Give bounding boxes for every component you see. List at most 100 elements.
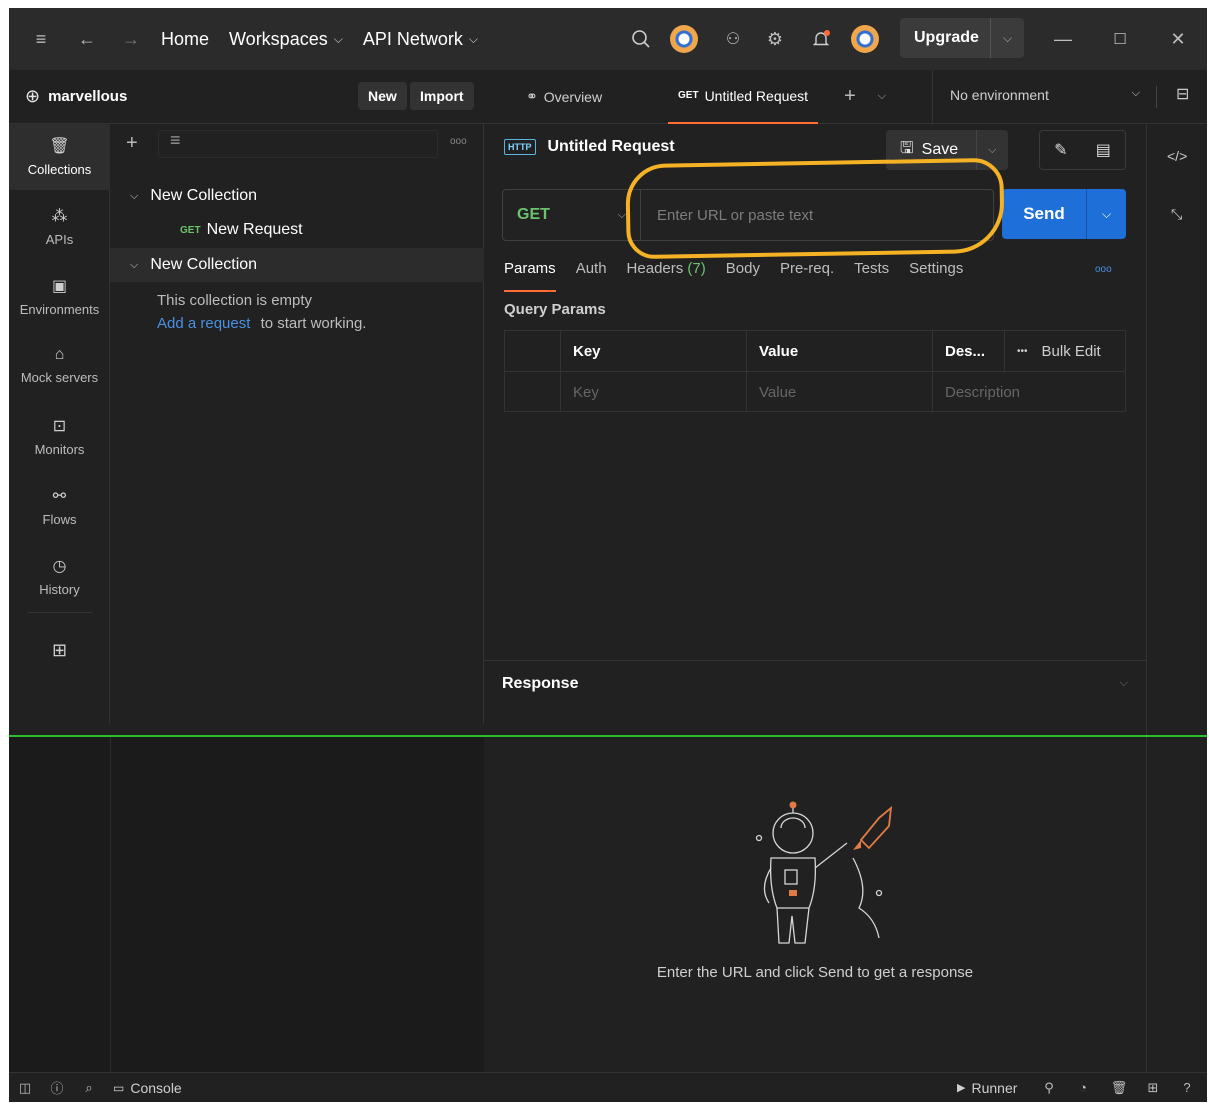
tab-overview[interactable]: ⚭ Overview <box>526 70 666 124</box>
tree-item-request[interactable]: GET New Request <box>110 214 484 246</box>
nav-api-network[interactable]: API Network ⌵ <box>363 29 478 50</box>
related-icon[interactable]: ⤡ <box>1171 206 1182 223</box>
bell-icon[interactable] <box>809 27 833 51</box>
trash-can-icon: 🗑︎ <box>49 138 70 155</box>
tab-params[interactable]: Params <box>504 260 556 292</box>
chevron-down-icon[interactable]: ⌵ <box>991 31 1024 46</box>
user-avatar-icon[interactable] <box>851 25 879 53</box>
new-button[interactable]: New <box>358 82 407 110</box>
nav-workspaces[interactable]: Workspaces ⌵ <box>229 29 343 50</box>
sidebar-item-collections[interactable]: 🗑︎ Collections <box>9 124 110 190</box>
title-bar: ≡ ← → Home Workspaces ⌵ API Network ⌵ ⚇ ⚙ … <box>9 8 1207 70</box>
play-icon: ▶ <box>957 1082 966 1094</box>
chevron-down-icon[interactable]: ⌵ <box>878 90 886 103</box>
search-collections-input[interactable] <box>158 130 438 158</box>
divider <box>932 70 933 124</box>
table-header-row: Key Value Des... ••• Bulk Edit <box>505 331 1125 371</box>
sidebar-item-label: Mock servers <box>20 370 99 385</box>
chevron-down-icon[interactable]: ⌵ <box>1087 207 1126 222</box>
pencil-icon[interactable]: ✎ <box>1054 140 1067 160</box>
chevron-down-icon[interactable]: ⌵ <box>977 144 1008 157</box>
runner-button[interactable]: ▶ Runner <box>957 1080 1017 1096</box>
sidebar-item-label: Environments <box>19 302 100 317</box>
response-header[interactable]: Response ⌵ <box>484 660 1146 706</box>
method-select[interactable]: GET ⌵ <box>503 190 641 240</box>
add-collection-icon[interactable]: + <box>126 132 138 155</box>
sidebar-item-label: History <box>39 582 80 597</box>
gear-icon[interactable]: ⚙ <box>763 27 787 51</box>
tab-auth[interactable]: Auth <box>576 260 607 292</box>
send-button[interactable]: Send ⌵ <box>1002 189 1126 239</box>
sidebar-item-flows[interactable]: ⚯ Flows <box>9 486 110 527</box>
invite-user-icon[interactable]: ⚇ <box>721 27 745 51</box>
tab-body[interactable]: Body <box>726 260 760 292</box>
cookies-icon[interactable]: ◔ <box>1071 1080 1095 1095</box>
code-icon[interactable]: </> <box>1167 148 1187 164</box>
runner-label: Runner <box>971 1079 1018 1096</box>
chevron-down-icon[interactable]: ⌵ <box>1120 677 1128 690</box>
astronaut-illustration <box>755 801 893 944</box>
console-icon: ▭ <box>113 1080 125 1095</box>
add-request-link[interactable]: Add a request <box>157 315 250 332</box>
layout-icon[interactable]: ⊞ <box>1141 1080 1165 1096</box>
checkbox-cell[interactable] <box>505 372 561 412</box>
checkbox-column <box>505 331 561 371</box>
environment-quick-look-icon[interactable]: ⊟ <box>1176 84 1189 104</box>
bulk-edit-button[interactable]: Bulk Edit <box>1042 343 1101 360</box>
tab-untitled-request[interactable]: GET Untitled Request <box>668 70 819 124</box>
tree-item-collection[interactable]: ⌵ New Collection <box>110 248 484 282</box>
sidebar-item-apis[interactable]: ⁂ APIs <box>9 206 110 247</box>
sidebar-item-configure[interactable]: ⊞ <box>9 640 110 667</box>
upgrade-button[interactable]: Upgrade ⌵ <box>900 18 1024 58</box>
sidebar-item-label: Monitors <box>34 442 85 457</box>
request-title-text[interactable]: Untitled Request <box>548 138 675 156</box>
nav-home[interactable]: Home <box>161 29 209 50</box>
status-info-icon[interactable]: ⓘ <box>45 1078 69 1097</box>
trash-icon[interactable]: 🗑︎ <box>1107 1080 1131 1096</box>
request-tabs: ⚭ Overview GET Untitled Request + ⌵ No e… <box>484 70 1207 124</box>
tab-label: Overview <box>543 88 603 105</box>
import-button[interactable]: Import <box>410 82 474 110</box>
save-button[interactable]: 🖫 Save ⌵ <box>886 130 1008 170</box>
proxy-icon[interactable]: ⚲ <box>1037 1080 1061 1096</box>
response-title: Response <box>502 674 579 692</box>
comment-icon[interactable]: ▤ <box>1096 140 1111 160</box>
toggle-sidebar-icon[interactable]: ◫ <box>13 1080 37 1096</box>
param-value-input[interactable]: Value <box>747 372 933 412</box>
hamburger-menu-icon[interactable]: ≡ <box>29 27 53 51</box>
more-options-icon[interactable]: ooo <box>450 136 467 147</box>
tree-item-collection[interactable]: ⌵ New Collection <box>110 180 484 212</box>
bottom-left-panel <box>9 737 484 1072</box>
param-key-input[interactable]: Key <box>561 372 747 412</box>
sidebar-item-monitors[interactable]: ⊡ Monitors <box>9 416 110 457</box>
sidebar-item-mock-servers[interactable]: ⌂ Mock servers <box>9 346 110 385</box>
back-arrow-icon[interactable]: ← <box>75 27 99 51</box>
close-icon[interactable]: ✕ <box>1166 27 1190 51</box>
console-label: Console <box>130 1079 182 1096</box>
team-avatar-icon[interactable] <box>670 25 698 53</box>
param-description-input[interactable]: Description <box>933 372 1125 412</box>
url-input[interactable] <box>641 191 993 239</box>
search-icon[interactable]: ⌕ <box>77 1080 101 1096</box>
environment-select[interactable]: No environment ⌵ <box>950 87 1140 103</box>
request-method: GET <box>180 224 201 236</box>
minimize-icon[interactable]: — <box>1051 27 1075 51</box>
console-button[interactable]: ▭ Console <box>113 1080 182 1096</box>
sidebar-item-environments[interactable]: ▣ Environments <box>9 276 110 317</box>
flows-icon: ⚯ <box>52 488 67 505</box>
search-icon[interactable] <box>629 27 653 51</box>
request-name: New Request <box>206 221 303 238</box>
maximize-icon[interactable]: ☐ <box>1108 27 1132 51</box>
help-icon[interactable]: ? <box>1175 1080 1199 1095</box>
tab-prerequest[interactable]: Pre-req. <box>780 260 834 292</box>
more-options-icon[interactable]: ••• <box>1017 346 1028 357</box>
new-tab-icon[interactable]: + <box>844 85 856 108</box>
sidebar-item-history[interactable]: ◷ History <box>9 556 110 597</box>
tab-headers[interactable]: Headers (7) <box>627 260 706 292</box>
tab-tests[interactable]: Tests <box>854 260 889 292</box>
tab-settings[interactable]: Settings <box>909 260 963 292</box>
forward-arrow-icon[interactable]: → <box>119 27 143 51</box>
more-options-icon[interactable]: ooo <box>1095 264 1112 275</box>
workspace-name[interactable]: marvellous <box>48 88 127 105</box>
apis-icon: ⁂ <box>51 208 68 225</box>
